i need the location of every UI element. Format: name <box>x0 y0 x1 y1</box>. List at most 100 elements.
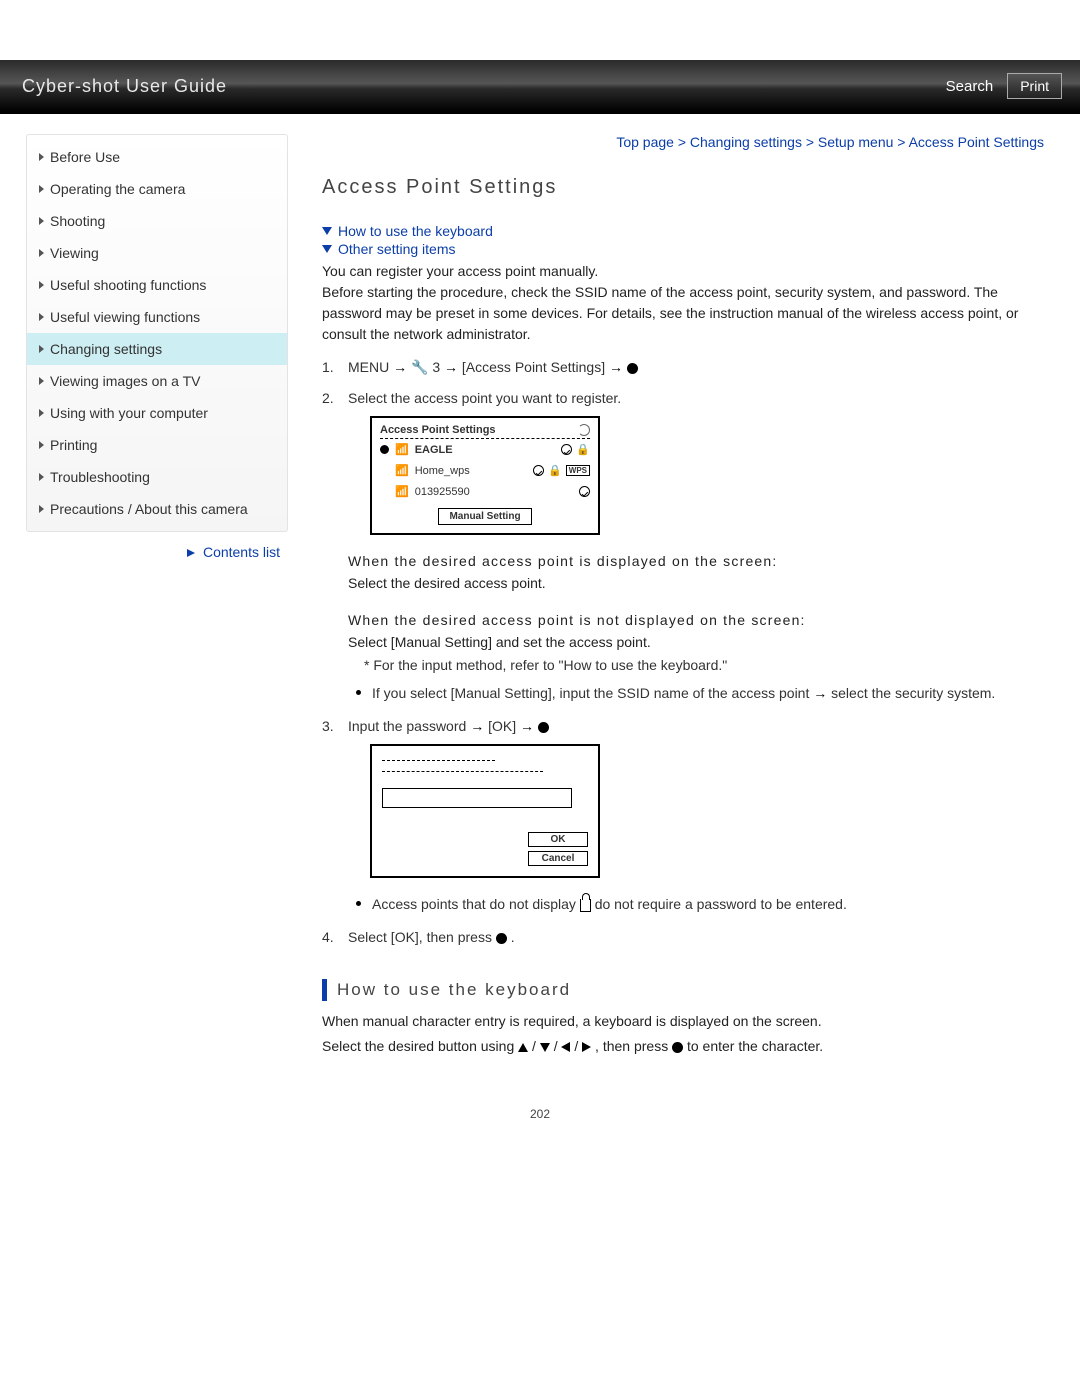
wifi-icon: 📶 <box>395 443 409 456</box>
lock-icon: 🔒 <box>576 443 590 456</box>
intro-text: You can register your access point manua… <box>322 261 1044 345</box>
caret-right-icon <box>39 249 44 257</box>
center-button-icon <box>627 363 638 374</box>
center-button-icon <box>538 722 549 733</box>
lock-icon: 🔒 <box>548 464 562 477</box>
caret-right-icon <box>39 441 44 449</box>
sidebar-item-label: Changing settings <box>50 341 162 357</box>
refresh-icon <box>578 424 590 436</box>
access-point-row: 📶 013925590 <box>372 481 598 502</box>
manual-setting-button: Manual Setting <box>438 508 531 525</box>
ap-name: EAGLE <box>415 444 453 456</box>
contents-list-link[interactable]: Contents list <box>26 532 288 562</box>
keyboard-p1: When manual character entry is required,… <box>322 1011 1044 1032</box>
keyboard-p2: Select the desired button using / / / , … <box>322 1036 1044 1057</box>
subhead-not-displayed: When the desired access point is not dis… <box>348 612 1044 628</box>
left-icon <box>561 1042 570 1052</box>
wifi-icon: 📶 <box>395 464 409 477</box>
bullet-lock-note: Access points that do not display do not… <box>372 894 1044 915</box>
sidebar-item-label: Precautions / About this camera <box>50 501 248 517</box>
subhead-displayed: When the desired access point is display… <box>348 553 1044 569</box>
caret-right-icon <box>39 185 44 193</box>
sidebar-item-label: Shooting <box>50 213 105 229</box>
password-input-box <box>382 788 572 808</box>
wps-badge: WPS <box>566 465 590 476</box>
ap-name: Home_wps <box>415 465 470 477</box>
sidebar-item[interactable]: Precautions / About this camera <box>27 493 287 525</box>
ok-button-figure: OK <box>528 832 588 847</box>
sidebar-item[interactable]: Shooting <box>27 205 287 237</box>
anchor-keyboard[interactable]: How to use the keyboard <box>322 223 1044 239</box>
sidebar-item[interactable]: Operating the camera <box>27 173 287 205</box>
right-icon <box>582 1042 591 1052</box>
sidebar-item[interactable]: Viewing images on a TV <box>27 365 287 397</box>
sidebar-item[interactable]: Useful shooting functions <box>27 269 287 301</box>
check-icon <box>561 444 572 455</box>
note-star: * For the input method, refer to "How to… <box>348 657 1044 673</box>
triangle-down-icon <box>322 227 332 235</box>
figure-title: Access Point Settings <box>380 424 496 436</box>
sidebar-item-label: Operating the camera <box>50 181 185 197</box>
section-keyboard: How to use the keyboard <box>322 979 1044 1001</box>
step-4: Select [OK], then press . <box>322 929 1044 945</box>
sidebar-item[interactable]: Troubleshooting <box>27 461 287 493</box>
breadcrumb[interactable]: Top page > Changing settings > Setup men… <box>322 134 1044 150</box>
sidebar-item-label: Viewing <box>50 245 99 261</box>
ap-name: 013925590 <box>415 486 470 498</box>
radio-icon <box>380 445 389 454</box>
sidebar-item[interactable]: Useful viewing functions <box>27 301 287 333</box>
sidebar-item-label: Useful viewing functions <box>50 309 200 325</box>
caret-right-icon <box>39 409 44 417</box>
check-icon <box>579 486 590 497</box>
caret-right-icon <box>39 377 44 385</box>
caret-right-icon <box>39 505 44 513</box>
anchor-other-settings[interactable]: Other setting items <box>322 241 1044 257</box>
center-button-icon <box>672 1042 683 1053</box>
bullet-manual-setting: If you select [Manual Setting], input th… <box>372 683 1044 704</box>
main-content: Top page > Changing settings > Setup men… <box>288 134 1044 1057</box>
sidebar-item-label: Printing <box>50 437 97 453</box>
caret-right-icon <box>39 281 44 289</box>
sidebar-item-label: Viewing images on a TV <box>50 373 200 389</box>
page-number: 202 <box>0 1107 1080 1121</box>
sidebar-item-label: Useful shooting functions <box>50 277 206 293</box>
access-point-figure: Access Point Settings 📶 EAGLE 🔒 📶 Home_wps 🔒 W… <box>370 416 600 535</box>
wrench-icon: 🔧 <box>411 359 428 375</box>
center-button-icon <box>496 933 507 944</box>
page-title: Access Point Settings <box>322 176 1044 199</box>
print-button[interactable]: Print <box>1007 73 1062 99</box>
step-2: Select the access point you want to regi… <box>322 390 1044 704</box>
sidebar-item[interactable]: Printing <box>27 429 287 461</box>
caret-right-icon <box>39 217 44 225</box>
sidebar-item[interactable]: Before Use <box>27 141 287 173</box>
caret-right-icon <box>39 313 44 321</box>
access-point-row: 📶 EAGLE 🔒 <box>372 439 598 460</box>
sidebar-item[interactable]: Changing settings <box>27 333 287 365</box>
sidebar-item-label: Before Use <box>50 149 120 165</box>
step-1: MENU → 🔧 3 → [Access Point Settings] → <box>322 359 1044 376</box>
sidebar-item-label: Using with your computer <box>50 405 208 421</box>
sidebar-item-label: Troubleshooting <box>50 469 150 485</box>
cancel-button-figure: Cancel <box>528 851 588 866</box>
check-icon <box>533 465 544 476</box>
sidebar-item[interactable]: Using with your computer <box>27 397 287 429</box>
access-point-row: 📶 Home_wps 🔒 WPS <box>372 460 598 481</box>
sub-displayed-body: Select the desired access point. <box>348 573 1044 594</box>
sidebar-nav: Before Use Operating the camera Shooting Vi… <box>26 134 288 532</box>
caret-right-icon <box>39 345 44 353</box>
sub-not-displayed-body: Select [Manual Setting] and set the acce… <box>348 632 1044 653</box>
step-3: Input the password → [OK] → OK Cancel <box>322 718 1044 915</box>
caret-right-icon <box>39 153 44 161</box>
app-title: Cyber-shot User Guide <box>22 76 227 97</box>
sidebar-item[interactable]: Viewing <box>27 237 287 269</box>
section-bar-icon <box>322 979 327 1001</box>
triangle-down-icon <box>322 245 332 253</box>
caret-right-icon <box>39 473 44 481</box>
down-icon <box>540 1043 550 1052</box>
password-figure: OK Cancel <box>370 744 600 878</box>
arrow-right-icon <box>187 549 195 557</box>
wifi-icon: 📶 <box>395 485 409 498</box>
search-link[interactable]: Search <box>946 78 994 95</box>
lock-icon <box>580 899 591 912</box>
up-icon <box>518 1043 528 1052</box>
